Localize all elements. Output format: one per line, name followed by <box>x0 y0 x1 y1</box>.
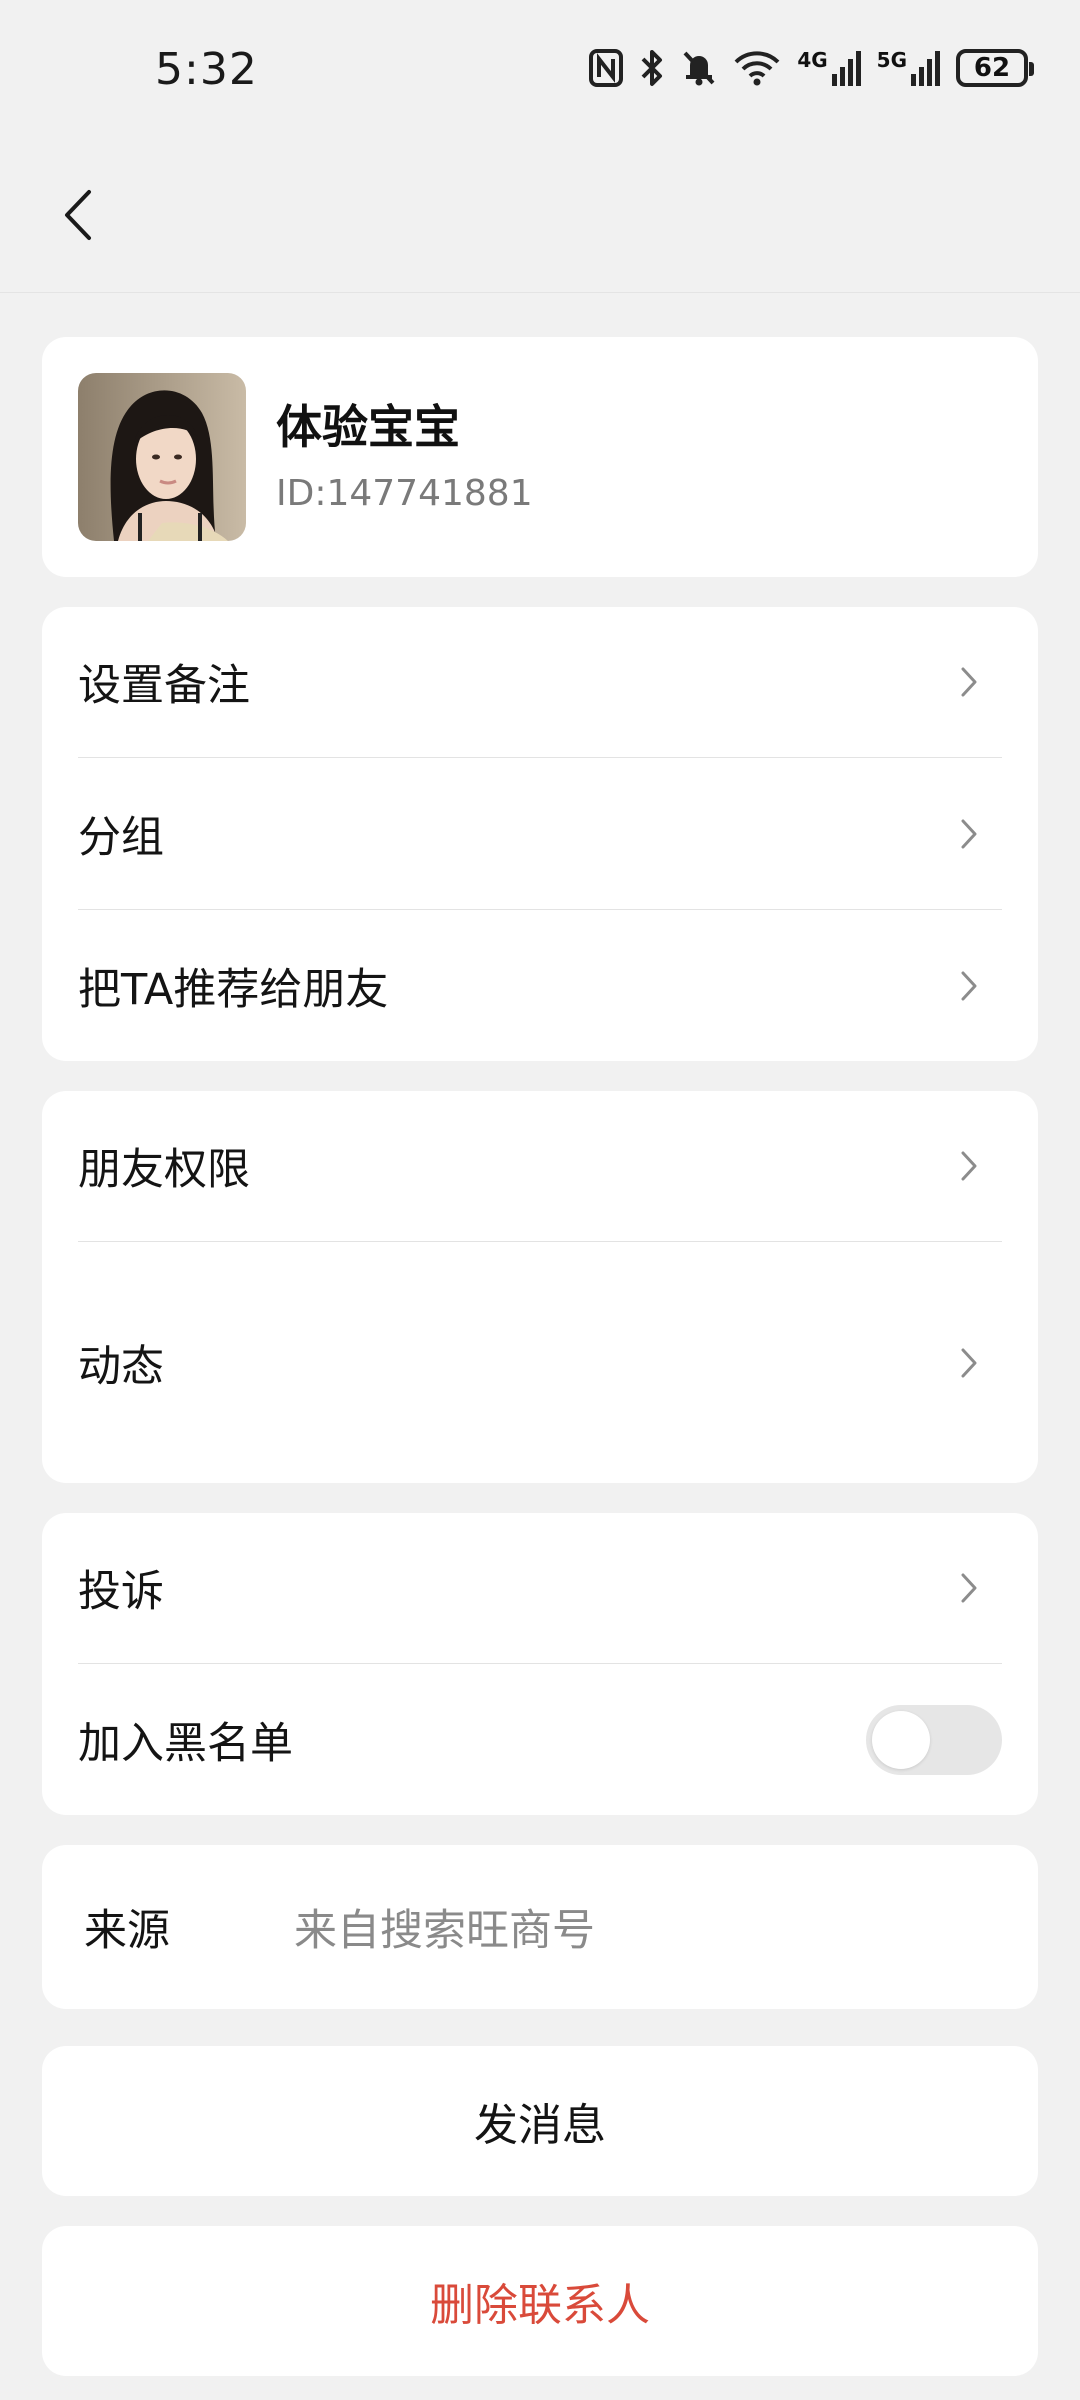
blacklist-toggle[interactable] <box>866 1704 1002 1775</box>
send-message-button[interactable]: 发消息 <box>42 2046 1038 2196</box>
blacklist-label: 加入黑名单 <box>78 1718 293 1769</box>
status-time: 5:32 <box>155 44 258 95</box>
toggle-knob <box>872 1710 930 1769</box>
send-message-label: 发消息 <box>474 2100 606 2151</box>
network-5g-label: 5G <box>876 48 907 72</box>
recommend-to-friend-item[interactable]: 把TA推荐给朋友 <box>78 910 1002 1061</box>
recommend-to-friend-label: 把TA推荐给朋友 <box>78 964 389 1015</box>
friend-permission-item[interactable]: 朋友权限 <box>78 1091 1002 1241</box>
delete-contact-label: 删除联系人 <box>430 2280 650 2331</box>
chevron-right-icon <box>961 819 977 848</box>
header <box>0 140 1080 293</box>
bluetooth-icon <box>641 50 663 86</box>
friend-permission-label: 朋友权限 <box>78 1145 250 1195</box>
blacklist-item: 加入黑名单 <box>78 1664 1002 1815</box>
status-bar: 5:32 4G 5G 62 <box>0 0 1080 140</box>
set-remark-item[interactable]: 设置备注 <box>78 607 1002 757</box>
chevron-left-icon <box>65 190 91 240</box>
settings-group-2: 朋友权限 动态 <box>42 1091 1038 1483</box>
wifi-icon <box>734 51 780 86</box>
network-4g-label: 4G <box>797 48 828 72</box>
chevron-right-icon <box>961 1151 977 1181</box>
signal-5g-icon: 5G <box>877 50 940 86</box>
avatar[interactable] <box>78 373 246 541</box>
complain-item[interactable]: 投诉 <box>78 1513 1002 1663</box>
group-item[interactable]: 分组 <box>78 758 1002 909</box>
moments-item[interactable]: 动态 <box>78 1242 1002 1483</box>
back-button[interactable] <box>48 180 108 250</box>
chevron-right-icon <box>961 1348 977 1377</box>
battery-icon: 62 <box>956 49 1034 87</box>
settings-group-3: 投诉 加入黑名单 <box>42 1513 1038 1815</box>
mute-bell-icon <box>683 51 715 86</box>
group-label: 分组 <box>78 812 164 863</box>
source-value: 来自搜索旺商号 <box>294 1906 595 1956</box>
status-icons: 4G 5G 62 <box>589 48 1034 88</box>
chevron-right-icon <box>961 971 977 1000</box>
profile-card[interactable]: 体验宝宝 ID:147741881 <box>42 337 1038 577</box>
profile-id: ID:147741881 <box>276 473 533 514</box>
source-card: 来源 来自搜索旺商号 <box>42 1845 1038 2009</box>
settings-group-1: 设置备注 分组 把TA推荐给朋友 <box>42 607 1038 1061</box>
delete-contact-button[interactable]: 删除联系人 <box>42 2226 1038 2376</box>
signal-4g-icon: 4G <box>797 48 861 86</box>
battery-level: 62 <box>973 53 1011 83</box>
profile-name: 体验宝宝 <box>276 400 460 454</box>
nfc-icon <box>589 49 624 87</box>
source-label: 来源 <box>84 1906 170 1956</box>
moments-label: 动态 <box>78 1341 164 1392</box>
chevron-right-icon <box>961 1573 977 1603</box>
complain-label: 投诉 <box>78 1567 164 1617</box>
chevron-right-icon <box>961 667 977 697</box>
set-remark-label: 设置备注 <box>78 661 250 711</box>
